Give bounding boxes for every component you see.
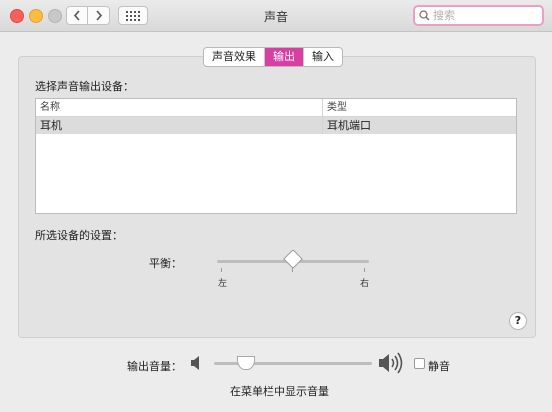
volume-slider-thumb[interactable] — [236, 356, 255, 370]
table-row[interactable]: 耳机 耳机端口 — [36, 117, 516, 134]
balance-tick-right — [364, 268, 365, 272]
search-icon — [419, 10, 430, 21]
balance-right-label: 右 — [360, 279, 370, 289]
speaker-low-icon — [191, 356, 199, 370]
column-header-name[interactable]: 名称 — [36, 99, 323, 116]
speaker-low-icon-wrap — [190, 355, 204, 375]
show-volume-in-menubar-label[interactable]: 在菜单栏中显示音量 — [230, 383, 329, 399]
mute-label: 静音 — [428, 360, 450, 373]
speaker-high-icon-wrap — [378, 352, 406, 378]
help-icon: ? — [514, 314, 522, 327]
column-header-type[interactable]: 类型 — [323, 99, 516, 116]
balance-tick-left — [221, 268, 222, 272]
search-field[interactable] — [413, 5, 544, 26]
table-header: 名称 类型 — [36, 99, 516, 117]
balance-label: 平衡： — [149, 257, 182, 270]
balance-tick-center — [292, 268, 293, 272]
tab-output[interactable]: 输出 — [264, 48, 303, 66]
device-table: 名称 类型 耳机 耳机端口 — [35, 98, 517, 214]
balance-left-label: 左 — [218, 279, 228, 289]
output-volume-label: 输出音量： — [127, 360, 182, 373]
search-input[interactable] — [430, 9, 533, 22]
tab-input[interactable]: 输入 — [303, 48, 342, 66]
device-type-cell: 耳机端口 — [327, 119, 371, 132]
mute-checkbox[interactable] — [414, 358, 425, 369]
device-heading: 选择声音输出设备： — [35, 80, 134, 93]
help-button[interactable]: ? — [509, 312, 527, 330]
device-name-cell: 耳机 — [36, 117, 323, 134]
speaker-high-icon — [379, 352, 403, 374]
settings-heading: 所选设备的设置： — [35, 229, 123, 242]
tab-bar: 声音效果 输出 输入 — [203, 47, 343, 67]
title-bar: 声音 — [0, 0, 552, 32]
tab-sound-effects[interactable]: 声音效果 — [204, 48, 264, 66]
